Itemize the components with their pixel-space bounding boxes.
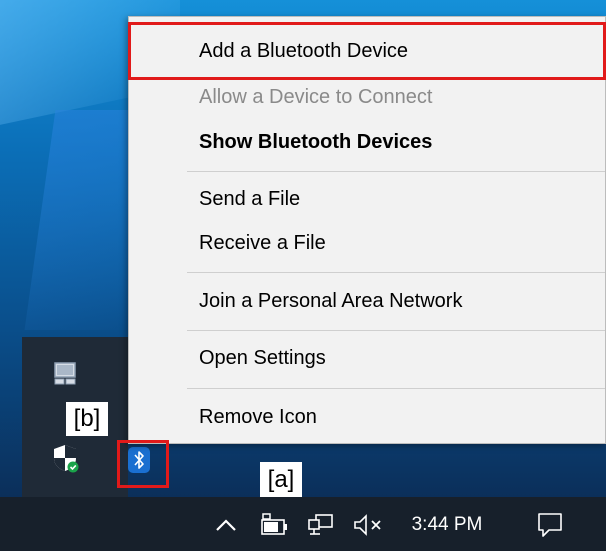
menu-item-label: Allow a Device to Connect [199,85,433,108]
show-hidden-icons-button[interactable] [204,505,248,545]
clock-time: 3:44 PM [411,514,483,535]
menu-item-label: Send a File [199,187,301,210]
notification-icon [538,513,562,537]
menu-separator [187,171,605,172]
taskbar: 3:44 PM [0,497,606,551]
menu-item-label: Join a Personal Area Network [199,289,463,312]
windows-security-icon[interactable] [48,441,82,475]
menu-item-open-settings[interactable]: Open Settings [129,338,605,378]
annotation-label-a: [a] [260,462,302,498]
menu-item-join-personal-area-network[interactable]: Join a Personal Area Network [129,281,605,321]
menu-separator [187,330,605,331]
volume-muted-icon[interactable] [349,507,389,543]
menu-item-allow-device-to-connect: Allow a Device to Connect [129,77,605,117]
network-icon[interactable] [303,507,339,543]
annotation-text: [b] [73,405,101,432]
battery-icon[interactable] [256,507,292,543]
menu-separator [187,388,605,389]
menu-separator [187,272,605,273]
annotation-text: [a] [267,466,295,493]
menu-item-receive-file[interactable]: Receive a File [129,223,605,263]
menu-item-label: Show Bluetooth Devices [199,130,433,153]
highlight-add-bluetooth-device [128,22,606,80]
highlight-bluetooth-tray-icon [117,440,169,488]
touchpad-icon[interactable] [48,357,82,391]
menu-item-show-bluetooth-devices[interactable]: Show Bluetooth Devices [129,122,605,162]
menu-item-label: Remove Icon [199,405,317,428]
notification-center-button[interactable] [528,505,572,545]
bluetooth-context-menu: Add a Bluetooth Device Allow a Device to… [128,16,606,444]
menu-item-remove-icon[interactable]: Remove Icon [129,397,605,437]
menu-item-label: Open Settings [199,346,326,369]
menu-item-label: Receive a File [199,231,326,254]
clock[interactable]: 3:44 PM [398,507,496,543]
annotation-label-b: [b] [66,402,108,436]
menu-item-send-file[interactable]: Send a File [129,179,605,219]
chevron-up-icon [216,519,236,531]
